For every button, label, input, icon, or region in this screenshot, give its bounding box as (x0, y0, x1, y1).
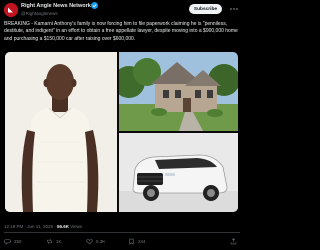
repost-count: 1K (56, 238, 62, 244)
heart-icon (86, 238, 93, 244)
divider (4, 232, 240, 233)
reply-button[interactable]: 250 (4, 236, 22, 246)
reply-icon (4, 238, 11, 245)
photo-man[interactable] (5, 52, 117, 212)
repost-button[interactable]: 1K (46, 236, 62, 246)
tweet-post: Right Angle News Network @Rightanglenews… (0, 0, 245, 250)
bookmark-icon (129, 238, 134, 245)
share-icon (230, 237, 237, 244)
like-button[interactable]: 5.3K (86, 236, 105, 246)
bookmark-count: 244 (138, 238, 146, 244)
more-options-icon[interactable] (228, 4, 240, 14)
photo-suv[interactable] (119, 133, 238, 212)
media-grid (5, 52, 238, 212)
post-text: BREAKING - Kamarni Anthony's family is n… (4, 21, 238, 42)
logo-icon (4, 3, 18, 17)
author-avatar[interactable] (4, 3, 18, 17)
verified-badge-icon (91, 2, 98, 9)
repost-icon (47, 238, 52, 244)
like-count: 5.3K (96, 238, 106, 244)
subscribe-button[interactable]: Subscribe (189, 4, 222, 14)
post-meta: 12:19 PM · Jun 11, 2025 · 56.6K Views (4, 224, 83, 229)
views-count: 56.6K (56, 224, 69, 229)
share-button[interactable] (230, 236, 237, 246)
author-name[interactable]: Right Angle News Network (21, 3, 91, 9)
reply-count: 250 (14, 238, 22, 244)
photo-house[interactable] (119, 52, 238, 131)
bookmark-button[interactable]: 244 (128, 236, 146, 246)
author-handle[interactable]: @Rightanglenews (21, 11, 58, 16)
action-bar: 250 1K 5.3K 244 (4, 236, 240, 246)
views-label: Views (70, 224, 83, 229)
post-timestamp[interactable]: 12:19 PM · Jun 11, 2025 (4, 224, 53, 229)
